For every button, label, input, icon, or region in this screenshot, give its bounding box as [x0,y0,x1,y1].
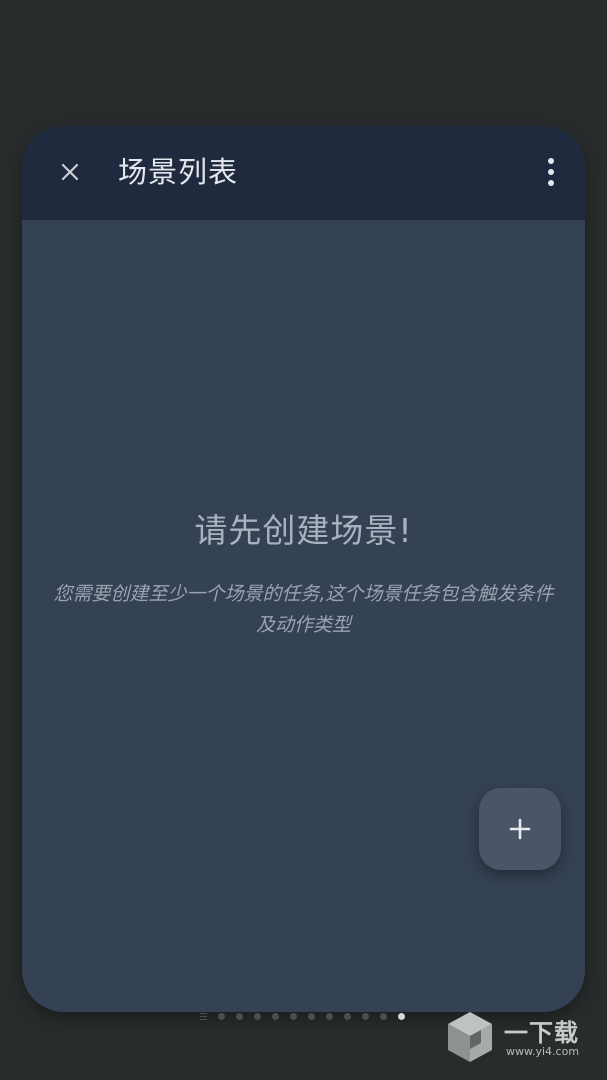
more-vertical-icon [548,158,554,186]
plus-icon [509,818,531,840]
page-dot[interactable] [290,1012,297,1020]
app-bar: 场景列表 [22,126,585,220]
page-dot[interactable] [254,1012,261,1020]
empty-state-description: 您需要创建至少一个场景的任务,这个场景任务包含触发条件及动作类型 [53,583,554,636]
scene-list-dialog: 场景列表 请先创建场景! 您需要创建至少一个场景的任务,这个场景任务包含触发条件… [22,126,585,1012]
page-dot[interactable] [344,1012,351,1020]
screen: 场景列表 请先创建场景! 您需要创建至少一个场景的任务,这个场景任务包含触发条件… [0,0,607,1080]
add-scene-button[interactable] [479,788,561,870]
close-button[interactable] [50,152,90,192]
page-list-icon[interactable] [200,1012,207,1020]
page-dot[interactable] [218,1012,225,1020]
page-indicator [200,1010,405,1022]
close-icon [61,163,79,181]
watermark-url: www.yi4.com [506,1045,580,1058]
watermark-brand: 一下载 [504,1019,579,1047]
page-dot[interactable] [326,1012,333,1020]
page-dot[interactable] [236,1012,243,1020]
page-dot[interactable] [272,1012,279,1020]
page-dot[interactable] [380,1012,387,1020]
page-dot[interactable] [398,1012,405,1020]
empty-state-title: 请先创建场景! [194,511,413,550]
cube-logo-icon [448,1012,492,1062]
more-options-button[interactable] [531,152,571,192]
page-title: 场景列表 [118,155,239,189]
page-dot[interactable] [362,1012,369,1020]
watermark-logo: 一下载 www.yi4.com [444,1008,594,1068]
page-dot[interactable] [308,1012,315,1020]
